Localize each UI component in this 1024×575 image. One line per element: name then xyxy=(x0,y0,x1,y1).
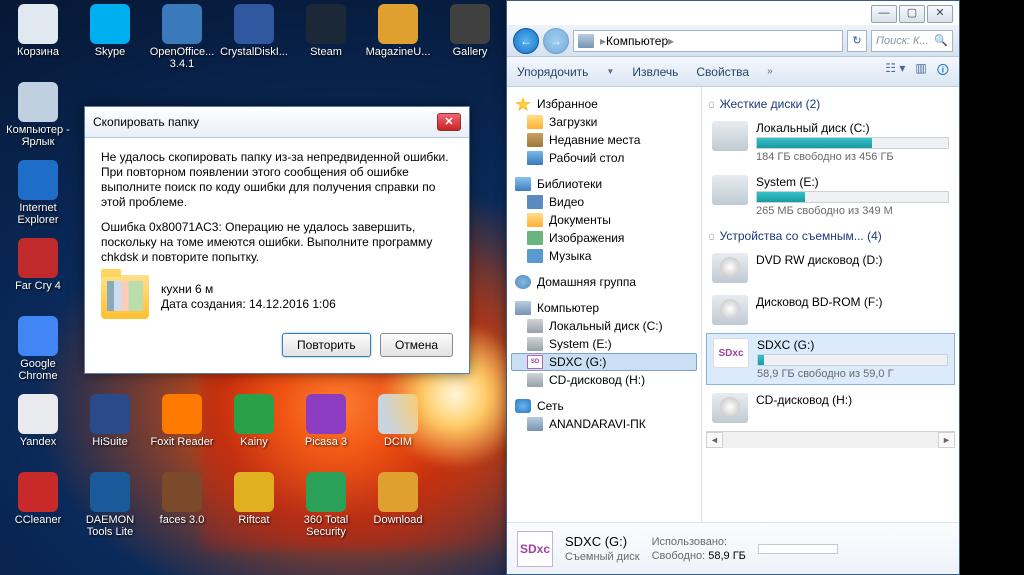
nav-forward-button[interactable]: → xyxy=(543,28,569,54)
dialog-titlebar[interactable]: Скопировать папку ✕ xyxy=(85,107,469,138)
desktop-icon-ccleaner[interactable]: CCleaner xyxy=(4,472,72,526)
breadcrumb-text: Компьютер xyxy=(606,34,668,48)
drive-h[interactable]: CD-дисковод (H:) xyxy=(706,389,955,427)
horizontal-scrollbar[interactable]: ◄► xyxy=(706,431,955,448)
sdxc-icon: SDxc xyxy=(713,338,749,368)
tree-drive-g[interactable]: SDSDXC (G:) xyxy=(511,353,697,371)
desktop-icon-360-total-security[interactable]: 360 Total Security xyxy=(292,472,360,538)
removable-section-header[interactable]: Устройства со съемным... (4) xyxy=(706,225,955,249)
view-options-icon[interactable]: ☷ ▾ xyxy=(885,61,905,82)
tree-recent[interactable]: Недавние места xyxy=(511,131,697,149)
details-pane: SDxc SDXC (G:) Съемный диск Использовано… xyxy=(507,522,959,574)
maximize-button[interactable]: ▢ xyxy=(899,5,925,23)
bd-icon xyxy=(712,295,748,325)
desktop-icon-openoffice-3-4-1[interactable]: OpenOffice... 3.4.1 xyxy=(148,4,216,70)
hdd-section-header[interactable]: Жесткие диски (2) xyxy=(706,93,955,117)
desktop-icon-skype[interactable]: Skype xyxy=(76,4,144,58)
retry-button[interactable]: Повторить xyxy=(282,333,371,357)
desktop-icon-компьютер-ярлык[interactable]: Компьютер - Ярлык xyxy=(4,82,72,148)
desktop-icon-internet-explorer[interactable]: Internet Explorer xyxy=(4,160,72,226)
desktop-icon-daemon-tools-lite[interactable]: DAEMON Tools Lite xyxy=(76,472,144,538)
close-icon[interactable]: ✕ xyxy=(437,113,461,131)
organize-menu[interactable]: Упорядочить xyxy=(517,65,588,79)
drive-g[interactable]: SDxc SDXC (G:) 58,9 ГБ свободно из 59,0 … xyxy=(706,333,955,385)
search-placeholder: Поиск: К... xyxy=(876,35,929,47)
cancel-button[interactable]: Отмена xyxy=(380,333,453,357)
dialog-title-text: Скопировать папку xyxy=(93,115,199,129)
desktop-icon-yandex[interactable]: Yandex xyxy=(4,394,72,448)
desktop-icon-steam[interactable]: Steam xyxy=(292,4,360,58)
desktop-icon-riftcat[interactable]: Riftcat xyxy=(220,472,288,526)
desktop-icon-gallery[interactable]: Gallery xyxy=(436,4,504,58)
desktop-icon-google-chrome[interactable]: Google Chrome xyxy=(4,316,72,382)
minimize-button[interactable]: — xyxy=(871,5,897,23)
close-button[interactable]: ✕ xyxy=(927,5,953,23)
tree-drive-c[interactable]: Локальный диск (C:) xyxy=(511,317,697,335)
drive-f[interactable]: Дисковод BD-ROM (F:) xyxy=(706,291,955,329)
hdd-icon xyxy=(712,175,748,205)
breadcrumb[interactable]: ▸ Компьютер ▸ xyxy=(573,30,843,52)
drive-e[interactable]: System (E:) 265 МБ свободно из 349 М xyxy=(706,171,955,221)
nav-back-button[interactable]: ← xyxy=(513,28,539,54)
desktop-icon-faces-3-0[interactable]: faces 3.0 xyxy=(148,472,216,526)
search-icon: 🔍 xyxy=(934,34,948,47)
sdxc-icon: SDxc xyxy=(517,531,553,567)
desktop-icon-foxit-reader[interactable]: Foxit Reader xyxy=(148,394,216,448)
folder-icon xyxy=(101,275,149,319)
details-type: Съемный диск xyxy=(565,551,640,563)
computer-icon xyxy=(578,34,594,48)
drive-d[interactable]: DVD RW дисковод (D:) xyxy=(706,249,955,287)
properties-button[interactable]: Свойства xyxy=(696,65,749,79)
refresh-button[interactable]: ↻ xyxy=(847,30,867,52)
tree-videos[interactable]: Видео xyxy=(511,193,697,211)
tree-homegroup[interactable]: Домашняя группа xyxy=(511,273,697,291)
navigation-tree[interactable]: Избранное Загрузки Недавние места Рабочи… xyxy=(507,87,702,522)
hdd-icon xyxy=(712,121,748,151)
tree-downloads[interactable]: Загрузки xyxy=(511,113,697,131)
desktop-icon-download[interactable]: Download xyxy=(364,472,432,526)
toolbar: Упорядочить▼ Извлечь Свойства » ☷ ▾ ▥ 🛈 xyxy=(507,57,959,87)
tree-drive-e[interactable]: System (E:) xyxy=(511,335,697,353)
desktop-icon-magazineu-[interactable]: MagazineU... xyxy=(364,4,432,58)
help-icon[interactable]: 🛈 xyxy=(937,61,949,82)
tree-computer[interactable]: Компьютер xyxy=(511,299,697,317)
desktop-icon-picasa-3[interactable]: Picasa 3 xyxy=(292,394,360,448)
search-input[interactable]: Поиск: К... 🔍 xyxy=(871,30,953,52)
desktop-icon-kainy[interactable]: Kainy xyxy=(220,394,288,448)
error-message-2: Ошибка 0x80071AC3: Операцию не удалось з… xyxy=(101,220,453,265)
tree-documents[interactable]: Документы xyxy=(511,211,697,229)
folder-date: Дата создания: 14.12.2016 1:06 xyxy=(161,297,336,312)
drive-c[interactable]: Локальный диск (C:) 184 ГБ свободно из 4… xyxy=(706,117,955,167)
usage-bar xyxy=(758,544,838,554)
desktop-icon-far-cry-4[interactable]: Far Cry 4 xyxy=(4,238,72,292)
desktop-icon-hisuite[interactable]: HiSuite xyxy=(76,394,144,448)
navbar: ← → ▸ Компьютер ▸ ↻ Поиск: К... 🔍 xyxy=(507,25,959,57)
dvd-icon xyxy=(712,253,748,283)
details-name: SDXC (G:) xyxy=(565,534,640,549)
tree-network[interactable]: Сеть xyxy=(511,397,697,415)
copy-folder-dialog: Скопировать папку ✕ Не удалось скопирова… xyxy=(84,106,470,374)
desktop-icon-crystaldiski-[interactable]: CrystalDiskI... xyxy=(220,4,288,58)
desktop-icon-dcim[interactable]: DCIM xyxy=(364,394,432,448)
tree-favorites[interactable]: Избранное xyxy=(511,95,697,113)
extract-button[interactable]: Извлечь xyxy=(632,65,678,79)
tree-libraries[interactable]: Библиотеки xyxy=(511,175,697,193)
cd-icon xyxy=(712,393,748,423)
drive-list: Жесткие диски (2) Локальный диск (C:) 18… xyxy=(702,87,959,522)
dialog-body: Не удалось скопировать папку из-за непре… xyxy=(85,138,469,373)
tree-music[interactable]: Музыка xyxy=(511,247,697,265)
error-message-1: Не удалось скопировать папку из-за непре… xyxy=(101,150,453,210)
tree-drive-h[interactable]: CD-дисковод (H:) xyxy=(511,371,697,389)
desktop-icon-корзина[interactable]: Корзина xyxy=(4,4,72,58)
explorer-window: — ▢ ✕ ← → ▸ Компьютер ▸ ↻ Поиск: К... 🔍 … xyxy=(506,0,960,575)
preview-pane-icon[interactable]: ▥ xyxy=(915,61,926,82)
tree-images[interactable]: Изображения xyxy=(511,229,697,247)
tree-network-peer[interactable]: ANANDARAVI-ПК xyxy=(511,415,697,433)
folder-name: кухни 6 м xyxy=(161,282,336,297)
tree-desktop[interactable]: Рабочий стол xyxy=(511,149,697,167)
